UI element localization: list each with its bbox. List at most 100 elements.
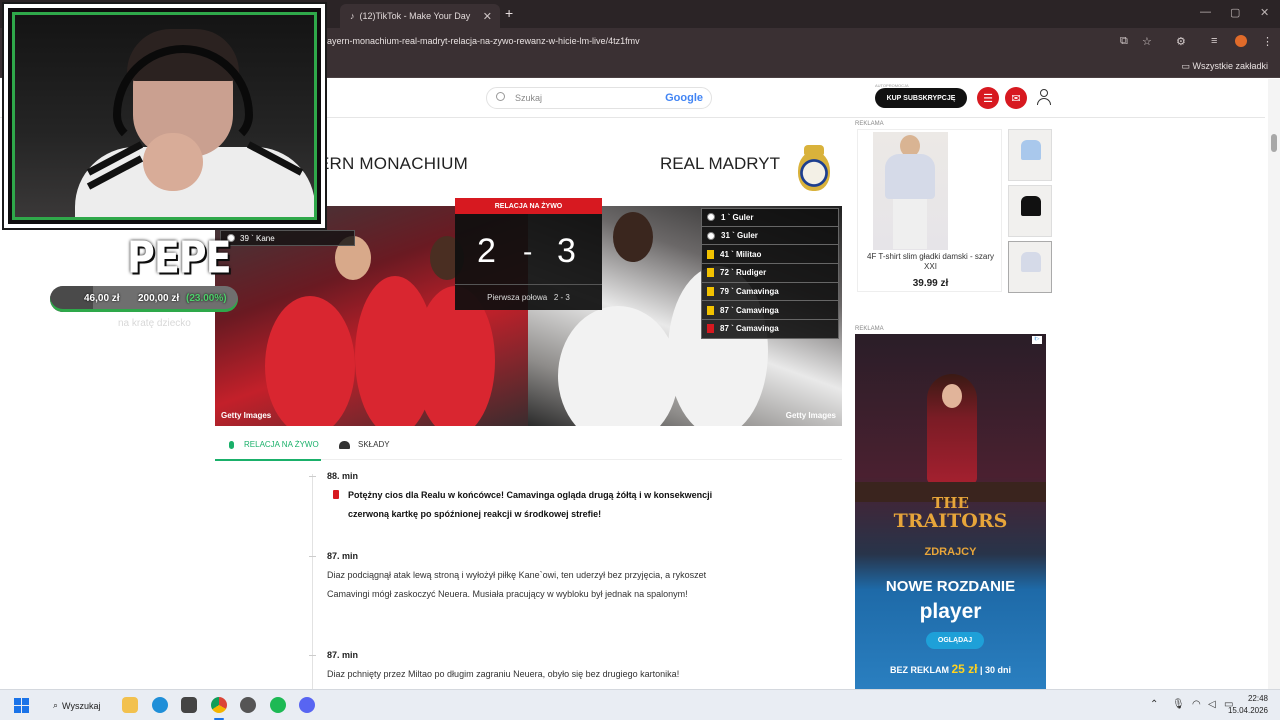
menu-dots-icon[interactable]: ⋮	[1262, 35, 1273, 48]
maximize-icon[interactable]: ▢	[1230, 6, 1240, 19]
system-clock[interactable]: 22:48 15.04.2026	[1228, 693, 1268, 717]
tab-squads[interactable]: SKŁADY	[339, 440, 390, 449]
offer-post: | 30 dni	[980, 665, 1012, 675]
file-explorer-icon[interactable]	[122, 697, 138, 713]
browser-tab-tiktok[interactable]: ♪ (12)TikTok - Make Your Day ✕	[340, 4, 500, 28]
away-team-name: REAL MADRYT	[660, 154, 780, 173]
spotify-icon[interactable]	[270, 697, 286, 713]
taskbar-search[interactable]: ⌕ Wyszukaj	[44, 695, 109, 716]
donation-percent: (23.00%)	[186, 293, 227, 304]
thumb-shirt	[1021, 196, 1041, 216]
half-time-score: Pierwsza połowa 2 - 3	[455, 293, 602, 302]
chrome-icon[interactable]	[211, 697, 227, 713]
player-figure	[558, 306, 678, 426]
banner-show-pl: ZDRAJCY	[924, 546, 977, 558]
streamer-name: PEPE	[127, 232, 232, 283]
banner-show-line2: TRAITORS	[893, 510, 1008, 532]
bookmark-star-icon[interactable]: ☆	[1142, 35, 1152, 48]
mail-icon[interactable]: ✉	[1005, 87, 1027, 109]
model-legs	[893, 199, 927, 249]
real-madrid-crest-icon	[798, 151, 830, 191]
windows-start-icon[interactable]	[14, 698, 29, 713]
install-app-icon[interactable]: ⧉	[1120, 35, 1128, 48]
photo-credit-right: Getty Images	[785, 411, 836, 420]
profile-avatar[interactable]	[1235, 35, 1247, 47]
goal-ball-icon	[707, 231, 715, 240]
match-event: 31 ` Guler	[701, 226, 839, 246]
media-controls-icon[interactable]: ≡	[1211, 35, 1217, 47]
product-thumb-grey[interactable]	[1008, 241, 1052, 293]
microphone-tray-icon[interactable]: 🎙	[1172, 699, 1185, 710]
match-event: 87 ` Camavinga	[701, 301, 839, 321]
ad-label: REKLAMA	[855, 121, 884, 127]
tiktok-icon: ♪	[350, 11, 355, 21]
edge-icon[interactable]	[152, 697, 168, 713]
home-score: 2	[477, 232, 496, 270]
traitors-banner-ad[interactable]: i▷ THE TRAITORS ZDRAJCY NOWE ROZDANIE pl…	[855, 334, 1046, 689]
obs-icon[interactable]	[240, 697, 256, 713]
feed-text: Diaz podciągnął atak lewą stroną i wyłoż…	[327, 570, 707, 599]
close-tab-icon[interactable]: ✕	[483, 10, 492, 23]
score-separator: -	[523, 236, 533, 267]
ad-label: REKLAMA	[855, 326, 884, 332]
offer-price: 25 zł	[951, 662, 978, 676]
tab-live-report[interactable]: RELACJA NA ŻYWO	[229, 440, 319, 449]
match-event: 1 ` Guler	[701, 208, 839, 227]
page-scrollbar[interactable]	[1268, 79, 1280, 689]
offer-pre: BEZ REKLAM	[889, 665, 949, 675]
user-head	[1040, 89, 1048, 97]
yellow-card-icon	[707, 305, 714, 315]
product-thumb-black[interactable]	[1008, 185, 1052, 237]
scrollbar-thumb[interactable]	[1271, 134, 1277, 152]
active-tab-indicator	[215, 459, 321, 461]
store-icon[interactable]	[181, 697, 197, 713]
new-tab-button[interactable]: +	[505, 5, 513, 21]
photo-credit-left: Getty Images	[221, 411, 272, 420]
player-logo: player	[919, 600, 982, 623]
timeline-tick	[309, 556, 316, 557]
wifi-icon[interactable]: ◠	[1192, 699, 1201, 710]
all-bookmarks-folder[interactable]: ▭ Wszystkie zakładki	[1181, 61, 1268, 72]
watch-button[interactable]: OGLĄDAJ	[926, 632, 984, 649]
live-badge: RELACJA NA ŻYWO	[455, 198, 602, 214]
volume-icon[interactable]: ◁	[1208, 699, 1216, 710]
event-text: 31 ` Guler	[721, 231, 758, 241]
minimize-icon[interactable]: —	[1200, 6, 1211, 18]
menu-hamburger-icon[interactable]: ☰	[977, 87, 999, 109]
home-scorer-row: 39 ` Kane	[220, 230, 355, 246]
product-ad[interactable]: 4F T-shirt slim gładki damski - szary XX…	[857, 129, 1002, 292]
extensions-icon[interactable]: ⚙	[1176, 35, 1186, 48]
feed-text: Diaz pchnięty przez Miltao po długim zag…	[327, 669, 680, 679]
search-icon: ⌕	[53, 700, 59, 710]
streamer-hand	[143, 133, 203, 191]
feed-minute: 87. min	[327, 551, 359, 561]
thumb-shirt	[1021, 252, 1041, 272]
event-text: 1 ` Guler	[721, 212, 754, 222]
tray-chevron-icon[interactable]: ⌃	[1150, 699, 1158, 710]
red-card-icon	[707, 324, 714, 334]
tab-squads-label: SKŁADY	[358, 440, 390, 449]
event-text: 87 ` Camavinga	[720, 305, 779, 315]
product-thumb-blue[interactable]	[1008, 129, 1052, 181]
score-divider	[455, 284, 602, 285]
banner-show-title: THE TRAITORS	[855, 494, 1046, 532]
thumb-shirt	[1021, 140, 1041, 160]
banner-headline: NOWE ROZDANIE	[885, 578, 1016, 595]
user-account-icon[interactable]	[1035, 88, 1053, 106]
site-search-box[interactable]: Szukaj Google	[486, 87, 712, 109]
close-window-icon[interactable]: ✕	[1260, 6, 1269, 19]
webcam-feed	[12, 12, 317, 220]
match-event: 41 ` Militao	[701, 245, 839, 265]
subscribe-button[interactable]: KUP SUBSKRYPCJĘ	[875, 88, 967, 108]
tab-title: (12)TikTok - Make Your Day	[359, 11, 471, 21]
people-icon	[339, 440, 350, 449]
feed-timeline	[312, 474, 313, 689]
timeline-tick	[309, 476, 316, 477]
url-field[interactable]: ayern-monachium-real-madryt-relacja-na-z…	[327, 36, 640, 46]
red-card-icon	[333, 490, 339, 499]
yellow-card-icon	[707, 249, 714, 259]
event-text: 79 ` Camavinga	[720, 287, 779, 297]
discord-icon[interactable]	[299, 697, 315, 713]
adchoices-icon[interactable]: i▷	[1032, 336, 1042, 344]
match-event: 79 ` Camavinga	[701, 282, 839, 302]
